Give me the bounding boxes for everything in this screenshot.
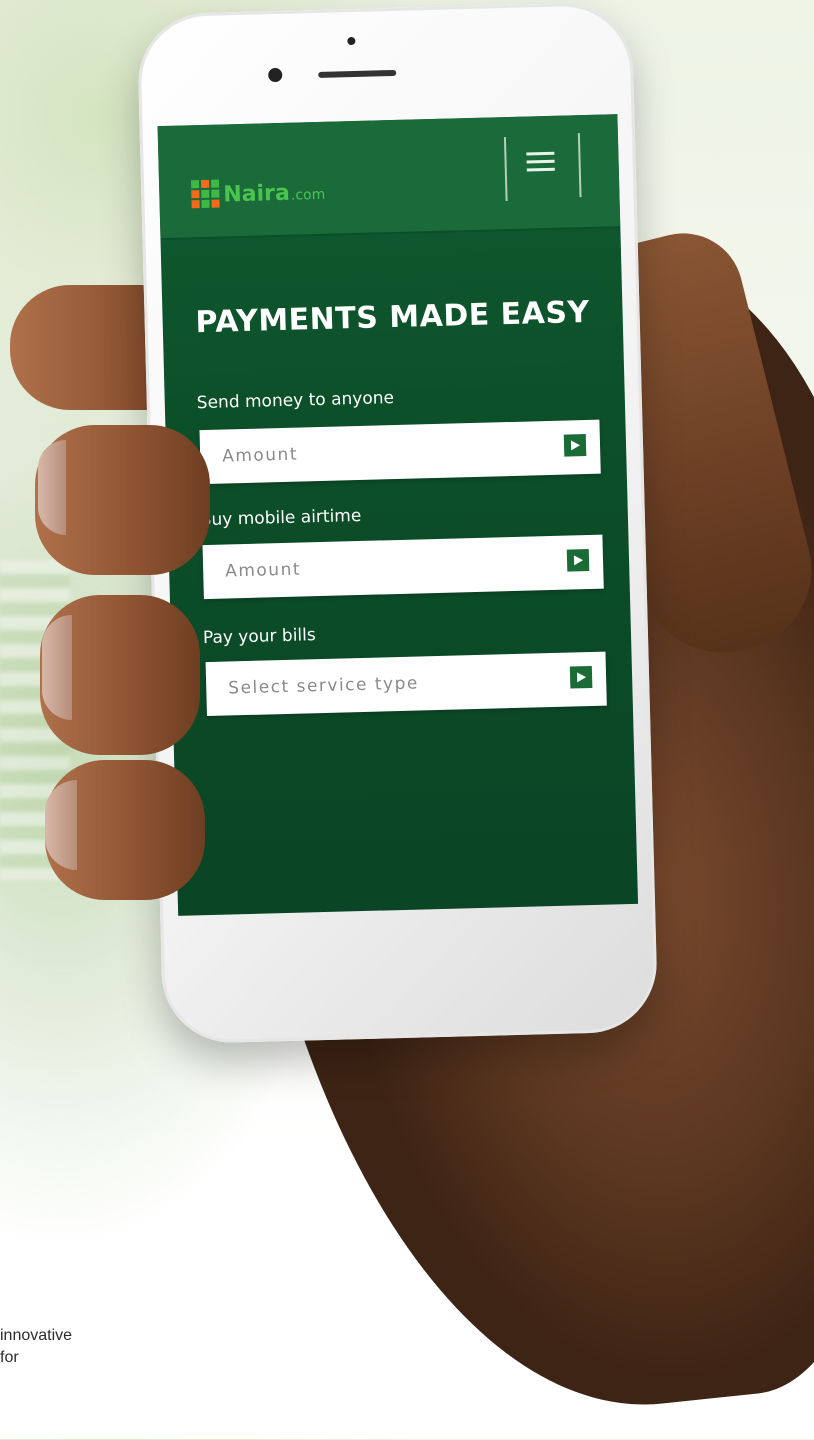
send-money-label: Send money to anyone xyxy=(196,388,395,414)
pay-bills-label: Pay your bills xyxy=(202,625,316,649)
buy-airtime-amount-input[interactable]: Amount xyxy=(202,534,604,600)
logo-square xyxy=(190,180,200,189)
play-arrow-icon xyxy=(573,555,584,566)
send-money-go-button[interactable] xyxy=(563,434,587,457)
hamburger-icon[interactable] xyxy=(526,151,555,173)
logo-domain: .com xyxy=(290,186,326,204)
menu-line xyxy=(526,151,555,156)
caption-line-2: for xyxy=(0,1349,19,1366)
service-type-placeholder: Select service type xyxy=(228,673,420,699)
front-camera xyxy=(268,67,283,83)
logo-word: Naira xyxy=(223,180,291,208)
buy-airtime-placeholder: Amount xyxy=(224,559,302,582)
top-bar: Naira .com xyxy=(157,114,621,239)
menu-divider-left xyxy=(503,137,508,202)
page-title: PAYMENTS MADE EASY xyxy=(195,294,591,341)
pay-bills-go-button[interactable] xyxy=(569,665,593,689)
send-money-placeholder: Amount xyxy=(221,444,299,467)
service-type-select[interactable]: Select service type xyxy=(205,651,607,717)
play-arrow-icon xyxy=(576,672,587,683)
earpiece-speaker xyxy=(318,69,397,78)
caption-line-1: innovative xyxy=(0,1327,73,1344)
buy-airtime-go-button[interactable] xyxy=(566,549,590,572)
logo-square xyxy=(191,190,200,199)
phone-screen: Naira .com PAYMENTS MADE EASY Send money… xyxy=(157,114,639,916)
menu-line xyxy=(526,159,555,164)
play-arrow-icon xyxy=(570,440,581,451)
logo-square xyxy=(201,199,210,209)
logo-square xyxy=(191,200,200,209)
fingernail xyxy=(42,615,72,720)
logo-square xyxy=(211,189,220,198)
logo-square xyxy=(200,179,210,189)
logo-mark-icon xyxy=(190,179,220,209)
caption-text: innovative for xyxy=(0,1325,72,1369)
buy-airtime-label: Buy mobile airtime xyxy=(199,505,362,531)
send-money-amount-input[interactable]: Amount xyxy=(199,419,601,485)
menu-divider-right xyxy=(577,133,582,198)
phone-sensor xyxy=(347,36,356,46)
fingernail xyxy=(38,440,66,535)
naira-logo[interactable]: Naira .com xyxy=(190,177,326,209)
logo-square xyxy=(201,189,210,199)
phone-device: Naira .com PAYMENTS MADE EASY Send money… xyxy=(136,1,659,1045)
logo-square xyxy=(211,199,220,208)
menu-line xyxy=(526,167,555,172)
logo-square xyxy=(210,179,220,188)
